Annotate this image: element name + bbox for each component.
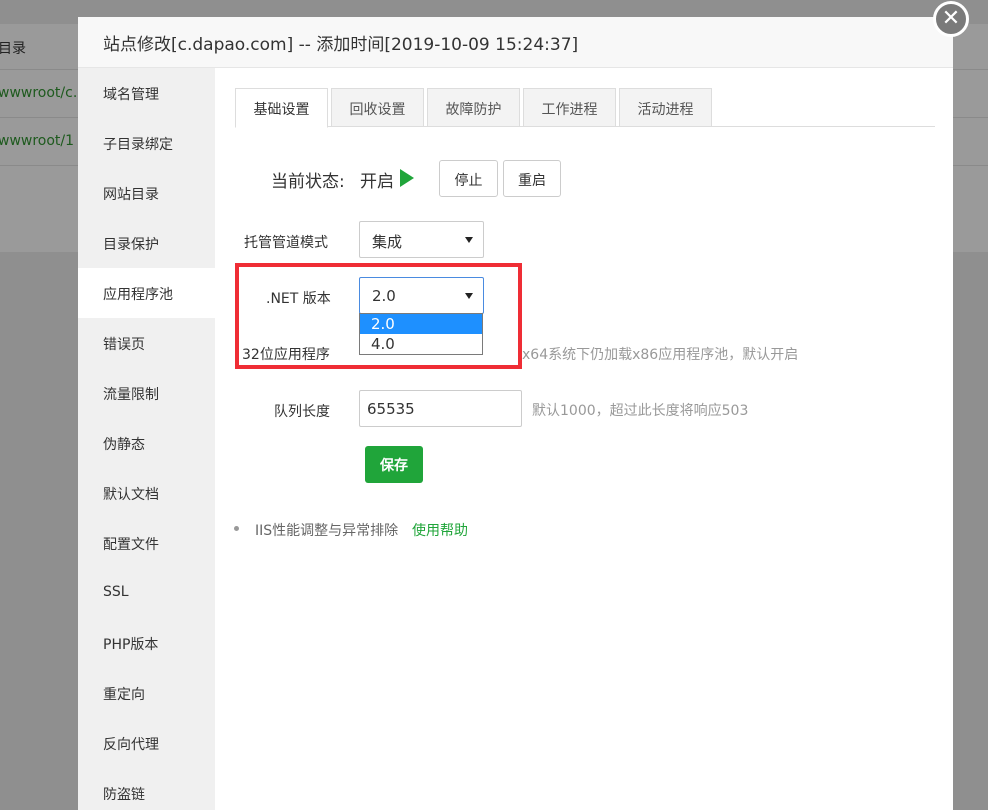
sidebar-item-hotlink[interactable]: 防盗链 <box>78 768 215 810</box>
net-version-select[interactable]: 2.0 <box>359 277 484 314</box>
sidebar-item-redirect[interactable]: 重定向 <box>78 668 215 718</box>
settings-tabs: 基础设置 回收设置 故障防护 工作进程 活动进程 <box>235 88 935 128</box>
help-link[interactable]: 使用帮助 <box>412 520 468 540</box>
pipeline-mode-value: 集成 <box>372 233 403 251</box>
caret-down-icon <box>465 237 473 243</box>
restart-button[interactable]: 重启 <box>503 160 561 197</box>
stop-button[interactable]: 停止 <box>439 160 498 197</box>
modal-title: 站点修改[c.dapao.com] -- 添加时间[2019-10-09 15:… <box>78 17 953 68</box>
tab-recycle-settings[interactable]: 回收设置 <box>331 88 424 127</box>
net-version-dropdown: 2.0 4.0 <box>359 313 483 355</box>
sidebar-item-default-doc[interactable]: 默认文档 <box>78 468 215 518</box>
background-row-path: wwwroot/c. <box>0 85 78 101</box>
tab-fault-protection[interactable]: 故障防护 <box>427 88 520 127</box>
sidebar-item-traffic-limit[interactable]: 流量限制 <box>78 368 215 418</box>
status-value: 开启 <box>360 172 394 192</box>
close-icon[interactable]: ✕ <box>933 1 969 37</box>
sidebar-item-php-version[interactable]: PHP版本 <box>78 618 215 668</box>
background-row-path: wwwroot/1 <box>0 133 75 149</box>
play-icon <box>400 169 414 187</box>
sidebar-item-dir-protect[interactable]: 目录保护 <box>78 218 215 268</box>
bit32-label: 32位应用程序 <box>242 347 330 363</box>
sidebar-item-domain[interactable]: 域名管理 <box>78 68 215 118</box>
save-button[interactable]: 保存 <box>365 446 423 483</box>
pipeline-mode-select[interactable]: 集成 <box>359 221 484 258</box>
sidebar-item-site-dir[interactable]: 网站目录 <box>78 168 215 218</box>
queue-length-input[interactable]: 65535 <box>359 390 522 427</box>
modal-sidebar: 域名管理 子目录绑定 网站目录 目录保护 应用程序池 错误页 流量限制 伪静态 … <box>78 68 215 810</box>
bullet-icon <box>234 526 239 531</box>
pipeline-mode-label: 托管管道模式 <box>244 235 328 251</box>
tab-worker-process[interactable]: 工作进程 <box>523 88 616 127</box>
background-header-text: 目录 <box>0 41 26 57</box>
tip-text: IIS性能调整与异常排除 <box>255 523 399 539</box>
sidebar-item-ssl[interactable]: SSL <box>78 568 215 618</box>
queue-length-hint: 默认1000，超过此长度将响应503 <box>532 403 749 419</box>
sidebar-item-app-pool[interactable]: 应用程序池 <box>78 268 215 318</box>
sidebar-item-rewrite[interactable]: 伪静态 <box>78 418 215 468</box>
site-edit-modal: 站点修改[c.dapao.com] -- 添加时间[2019-10-09 15:… <box>78 17 953 810</box>
net-version-value: 2.0 <box>372 287 396 305</box>
sidebar-item-reverse-proxy[interactable]: 反向代理 <box>78 718 215 768</box>
net-version-option-2-0[interactable]: 2.0 <box>360 314 482 334</box>
sidebar-item-error-page[interactable]: 错误页 <box>78 318 215 368</box>
net-version-option-4-0[interactable]: 4.0 <box>360 334 482 354</box>
queue-length-label: 队列长度 <box>274 404 330 420</box>
sidebar-item-subdir[interactable]: 子目录绑定 <box>78 118 215 168</box>
tab-active-process[interactable]: 活动进程 <box>619 88 712 127</box>
net-version-label: .NET 版本 <box>266 291 331 307</box>
tab-basic-settings[interactable]: 基础设置 <box>235 88 328 128</box>
status-label: 当前状态: <box>271 172 345 192</box>
sidebar-item-config-file[interactable]: 配置文件 <box>78 518 215 568</box>
bit32-hint: x64系统下仍加载x86应用程序池，默认开启 <box>522 347 799 363</box>
caret-down-icon <box>465 293 473 299</box>
